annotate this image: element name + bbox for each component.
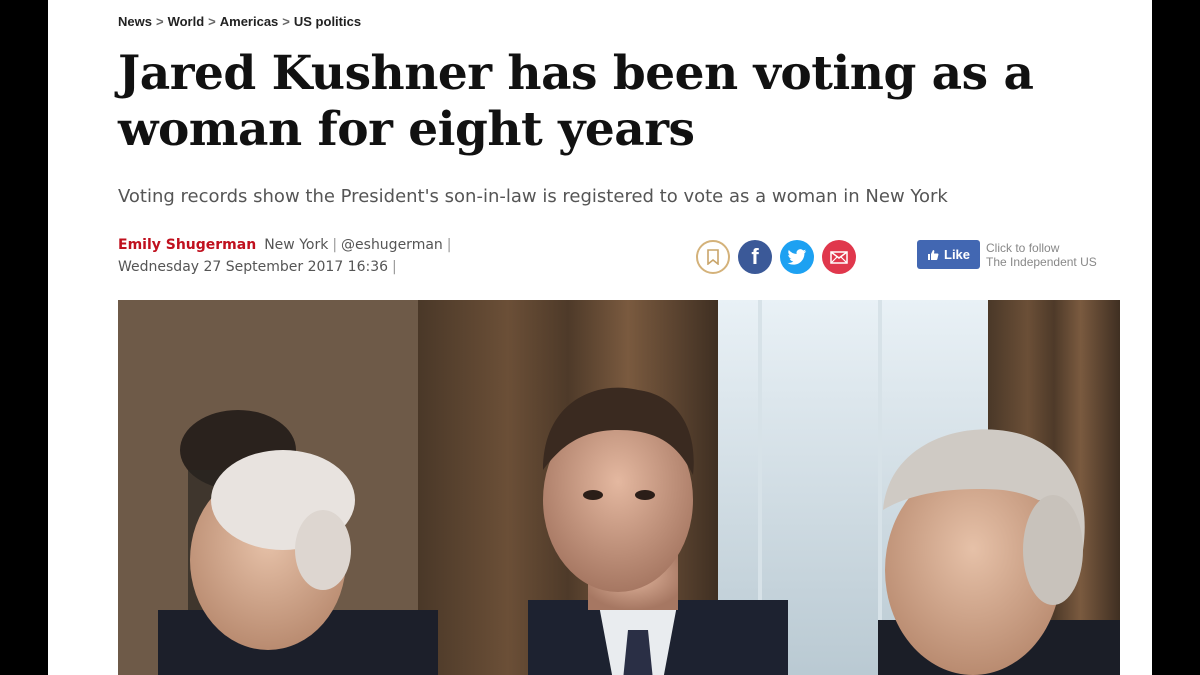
breadcrumb-item-americas[interactable]: Americas — [220, 14, 279, 29]
facebook-icon: f — [751, 244, 759, 269]
share-buttons: f — [696, 240, 856, 274]
byline-divider: | — [392, 259, 397, 275]
follow-text: Click to follow The Independent US — [986, 241, 1116, 269]
byline-line-2: Wednesday 27 September 2017 16:36 | — [118, 256, 456, 278]
author-location: New York — [264, 237, 329, 253]
breadcrumb-separator: > — [155, 14, 164, 29]
follow-text-line-1: Click to follow — [986, 240, 1060, 255]
thumbs-up-icon — [928, 249, 939, 260]
breadcrumb-item-us-politics[interactable]: US politics — [294, 14, 361, 29]
author-link[interactable]: Emily Shugerman — [118, 237, 256, 253]
facebook-follow: Like Click to follow The Independent US — [917, 240, 1116, 269]
publish-date: Wednesday 27 September 2017 16:36 — [118, 259, 389, 275]
facebook-like-button[interactable]: Like — [917, 240, 981, 269]
breadcrumb-item-news[interactable]: News — [118, 14, 152, 29]
twitter-share-button[interactable] — [780, 240, 814, 274]
article-standfirst: Voting records show the President's son-… — [118, 186, 948, 207]
byline-divider: | — [446, 237, 452, 253]
follow-text-line-2: The Independent US — [986, 254, 1097, 269]
breadcrumb: News > World > Americas > US politics — [118, 14, 361, 29]
author-handle[interactable]: @eshugerman — [341, 237, 443, 253]
byline: Emily Shugerman New York | @eshugerman | Wed… — [118, 234, 456, 278]
article-page: News > World > Americas > US politics Ja… — [48, 0, 1152, 675]
article-headline: Jared Kushner has been voting as a woman… — [118, 46, 1034, 157]
facebook-share-button[interactable]: f — [738, 240, 772, 274]
article-photo-image — [118, 300, 1120, 675]
email-icon — [830, 250, 848, 264]
byline-line-1: Emily Shugerman New York | @eshugerman | — [118, 234, 456, 256]
bookmark-icon — [707, 249, 719, 265]
like-label: Like — [944, 247, 971, 262]
breadcrumb-item-world[interactable]: World — [168, 14, 205, 29]
breadcrumb-separator: > — [282, 14, 290, 29]
email-share-button[interactable] — [822, 240, 856, 274]
breadcrumb-separator: > — [208, 14, 216, 29]
byline-divider: | — [332, 237, 338, 253]
twitter-icon — [787, 248, 807, 265]
bookmark-button[interactable] — [696, 240, 730, 274]
article-photo — [118, 300, 1120, 675]
